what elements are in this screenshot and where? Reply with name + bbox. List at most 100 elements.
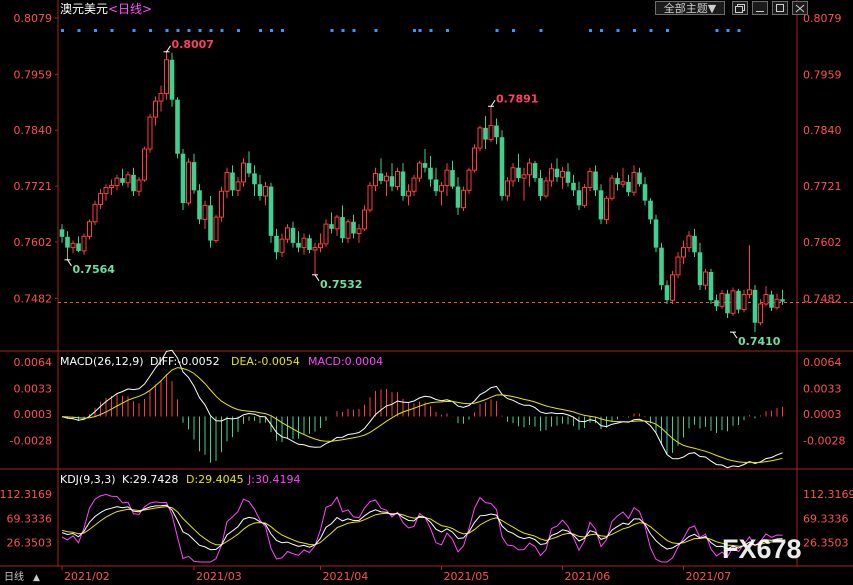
- candle-body-down: [257, 184, 263, 196]
- period-tab-arrow[interactable]: ▲: [33, 573, 40, 583]
- kdj-j-value: J:30.4194: [247, 473, 300, 486]
- candle-body-up: [395, 171, 400, 188]
- marker-dot: [94, 29, 97, 32]
- candle-body-down: [576, 190, 582, 206]
- marker-dot: [330, 29, 334, 32]
- marker-dot: [352, 29, 356, 32]
- candle-body-up: [158, 93, 164, 102]
- candle-body-up: [136, 179, 142, 192]
- close-button[interactable]: [792, 1, 808, 15]
- candle-body-up: [153, 100, 158, 118]
- marker-dot: [600, 29, 603, 32]
- x-tick-label: 2021/05: [444, 570, 490, 583]
- candle-body-up: [521, 174, 527, 179]
- candle-body-down: [329, 224, 334, 229]
- candle-body-up: [411, 177, 417, 192]
- period-tab[interactable]: 日线: [4, 570, 24, 583]
- macd-macd-value: MACD:0.0004: [308, 355, 383, 368]
- candle-body-down: [532, 163, 538, 179]
- candle-body-up: [758, 303, 763, 324]
- candle-body-up: [87, 221, 92, 237]
- candle-body-down: [598, 190, 604, 220]
- candle-body-up: [98, 193, 103, 205]
- macd-y-tick-right: 0.0003: [803, 408, 842, 421]
- close-icon: [795, 4, 805, 13]
- candle-body-down: [307, 238, 312, 250]
- marker-dot: [187, 29, 191, 32]
- candle-body-up: [356, 228, 362, 235]
- candle-body-down: [389, 176, 395, 187]
- low-annotation: 0.7410: [738, 335, 781, 348]
- kdj-d-value: D:29.4045: [186, 473, 244, 486]
- macd-y-tick-right: 0.0064: [803, 356, 842, 369]
- candle-body-up: [510, 167, 516, 182]
- marker-dot: [132, 29, 136, 32]
- macd-diff-value: DIFF:-0.0052: [150, 355, 220, 368]
- candle-body-down: [131, 174, 136, 192]
- y-tick-label-right: 0.7721: [803, 180, 842, 193]
- marker-dot: [374, 29, 378, 32]
- candle-body-down: [516, 167, 521, 179]
- candle-body-up: [103, 187, 109, 195]
- candle-body-down: [422, 163, 428, 168]
- x-tick-label: 2021/02: [64, 570, 110, 583]
- candle-body-down: [180, 153, 186, 203]
- watermark-logo: FX678: [722, 534, 802, 564]
- candle-body-up: [345, 221, 351, 239]
- candle-body-down: [494, 125, 499, 138]
- macd-y-tick-left: 0.0033: [14, 382, 53, 395]
- candle-body-down: [499, 137, 505, 196]
- candle-body-up: [472, 147, 477, 171]
- marker-dot: [413, 29, 416, 32]
- candle-body-down: [351, 221, 356, 234]
- symbol-name: 澳元美元: [60, 2, 108, 16]
- maximize-button[interactable]: [772, 1, 788, 15]
- kdj-y-tick-right: 69.3336: [803, 512, 849, 525]
- y-tick-label-right: 0.7602: [803, 236, 842, 249]
- candle-body-down: [450, 170, 455, 187]
- candle-body-up: [620, 181, 626, 185]
- candle-body-up: [444, 169, 450, 187]
- marker-dot: [446, 29, 449, 32]
- macd-dea-value: DEA:-0.0054: [231, 355, 300, 368]
- candle-body-down: [252, 173, 257, 185]
- chart-canvas[interactable]: 0.8079 0.8079 0.7959 0.7959 0.7840 0.7840 0.77…: [0, 0, 853, 585]
- candle-body-up: [741, 294, 747, 311]
- candle-body-up: [213, 216, 219, 242]
- candle-body-up: [125, 174, 131, 184]
- chevron-down-icon: ▼: [707, 2, 717, 15]
- macd-dea-line: [61, 367, 783, 464]
- minimize-button[interactable]: [752, 1, 768, 15]
- candle-body-up: [609, 177, 615, 199]
- candle-body-down: [483, 127, 488, 140]
- marker-dot: [165, 29, 169, 32]
- candle-body-up: [318, 243, 323, 249]
- candle-body-down: [593, 171, 598, 191]
- candle-body-down: [659, 247, 664, 286]
- candle-body-down: [340, 217, 345, 239]
- macd-y-tick-left: -0.0028: [10, 434, 52, 447]
- candle-body-up: [362, 209, 367, 230]
- candle-body-up: [81, 235, 87, 252]
- candle-body-up: [730, 290, 736, 314]
- kdj-y-tick-left: 69.3336: [7, 512, 53, 525]
- candle-body-down: [378, 173, 384, 181]
- candle-body-up: [631, 171, 637, 193]
- candle-body-up: [560, 171, 565, 178]
- candle-body-down: [615, 178, 620, 185]
- candle-body-up: [186, 161, 191, 204]
- theme-dropdown[interactable]: 全部主题▼: [655, 1, 725, 15]
- candle-body-up: [763, 294, 769, 305]
- candle-body-up: [703, 271, 708, 286]
- candle-body-up: [219, 190, 224, 218]
- marker-dot: [495, 29, 499, 32]
- macd-title: MACD(26,12,9): [60, 355, 144, 368]
- restore-button[interactable]: [732, 1, 748, 15]
- candle-body-down: [65, 236, 70, 248]
- marker-dot: [281, 29, 284, 32]
- candle-body-up: [263, 186, 268, 197]
- period-label[interactable]: <日线>: [108, 2, 152, 16]
- kdj-k-value: K:29.7428: [122, 473, 178, 486]
- candlestick-series[interactable]: [59, 51, 785, 333]
- marker-dot: [110, 29, 114, 32]
